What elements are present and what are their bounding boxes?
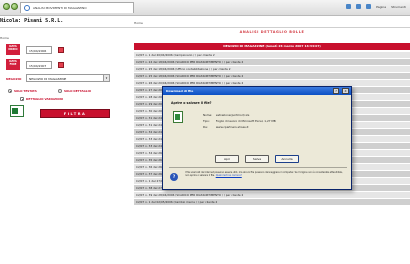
toolbar-right: Pagina Strumenti (342, 4, 406, 9)
tab-title: ANALISI MOVIMENTI DI MAGAZZINO (33, 6, 87, 10)
close-icon[interactable]: X (342, 88, 349, 94)
calendar-icon[interactable] (58, 62, 64, 68)
home-text: Home (0, 36, 9, 40)
dialog-question: Aprire o salvare il file? (171, 101, 212, 105)
save-button[interactable]: Salva (245, 155, 269, 163)
table-row[interactable]: C2/07 n. 25 del 18/04/2006 (Ufficio cont… (134, 66, 410, 72)
file-type-label: Tipo: (203, 119, 210, 123)
warning-text: I file scaricati da Internet possono ess… (185, 171, 343, 178)
file-type-value: Foglio di lavoro di Microsoft Excel, 1,2… (215, 119, 276, 123)
data-inizio-input[interactable]: 15/04/2006 (26, 46, 52, 54)
risk-link[interactable]: Quali rischi si corrono? (216, 174, 242, 177)
home-icon[interactable] (346, 4, 352, 9)
file-name-value: estrazione(portmod).xls (215, 113, 250, 117)
file-name-label: Nome: (203, 113, 213, 117)
help-icon[interactable]: ? (333, 88, 339, 94)
browser-tab[interactable]: ANALISI MOVIMENTI DI MAGAZZINO (20, 2, 134, 13)
forward-icon[interactable] (11, 3, 18, 10)
dialog-divider (169, 167, 347, 168)
excel-export-icon[interactable] (10, 105, 24, 117)
radio-solo-testata-label: SOLO TESTATA (14, 89, 37, 93)
file-source-value: www.cpartners.shoes.it (215, 125, 249, 129)
data-inizio-label: DATA INIZIO (6, 44, 20, 55)
file-name-row: Nome: estrazione(portmod).xls (203, 113, 249, 117)
page-menu[interactable]: Pagina (376, 5, 386, 9)
radio-solo-testata[interactable] (8, 89, 12, 93)
results-title: ANALISI DETTAGLIO BOLLE (239, 30, 305, 34)
file-source-label: Da: (203, 125, 208, 129)
filter-button[interactable]: FILTRA (40, 109, 110, 118)
data-fine-label: DATA FINE (6, 59, 20, 70)
shield-warning-icon: ? (170, 173, 178, 181)
calendar-icon[interactable] (58, 47, 64, 53)
negozio-select[interactable]: NEGOZIO DI MAGAZZINE ▾ (26, 74, 110, 82)
home-link[interactable]: Home (134, 21, 143, 25)
table-row[interactable]: C2/07 n. 24 del 18/04/2006 (SCARICO PER … (134, 59, 410, 65)
data-fine-input[interactable]: 15/04/2007 (26, 61, 52, 69)
print-icon[interactable] (366, 4, 372, 9)
table-row[interactable]: C2/07 n. 39 del 28/04/2006 (SCARICO PER … (134, 192, 410, 198)
dialog-titlebar[interactable]: Download di file (163, 87, 351, 95)
negozio-label: NEGOZIO (6, 77, 22, 81)
file-source-row: Da: www.cpartners.shoes.it (203, 125, 249, 129)
app-title: Nicola: Pisani S.R.L. (0, 18, 64, 24)
table-row[interactable]: C2/07 n. 1 del 02/05/2006 (Cambio merce … (134, 199, 410, 205)
download-dialog: Download di file ? X Aprire o salvare il… (162, 86, 352, 190)
checkbox-dettaglio-variazioni-label: DETTAGLIO VARIAZIONI (26, 97, 63, 101)
checkbox-dettaglio-variazioni[interactable] (20, 97, 24, 101)
negozio-value: NEGOZIO DI MAGAZZINE (29, 77, 67, 81)
radio-solo-dettaglio-label: SOLO DETTAGLIO (64, 89, 91, 93)
chevron-down-icon[interactable]: ▾ (103, 75, 109, 81)
tools-menu[interactable]: Strumenti (391, 5, 406, 9)
dialog-title: Download di file (166, 89, 194, 93)
browser-toolbar: ANALISI MOVIMENTI DI MAGAZZINO Pagina St… (0, 0, 410, 16)
cancel-button[interactable]: Annulla (275, 155, 299, 163)
back-icon[interactable] (3, 3, 10, 10)
header-divider (0, 27, 410, 28)
group-header: NEGOZIO DI MAGAZZINE (lunedì 26 marzo 20… (134, 43, 410, 50)
table-row[interactable]: C2/07 n. 1 del 20/04/2006 (Campionario /… (134, 52, 410, 58)
radio-solo-dettaglio[interactable] (58, 89, 62, 93)
open-button[interactable]: Apri (215, 155, 239, 163)
file-type-row: Tipo: Foglio di lavoro di Microsoft Exce… (203, 119, 276, 123)
page-icon (24, 5, 30, 11)
table-row[interactable]: C2/07 n. 25 del 18/04/2006 (SCARICO PER … (134, 73, 410, 79)
excel-file-icon (173, 111, 183, 123)
dialog-warning: I file scaricati da Internet possono ess… (185, 171, 345, 177)
feed-icon[interactable] (356, 4, 362, 9)
